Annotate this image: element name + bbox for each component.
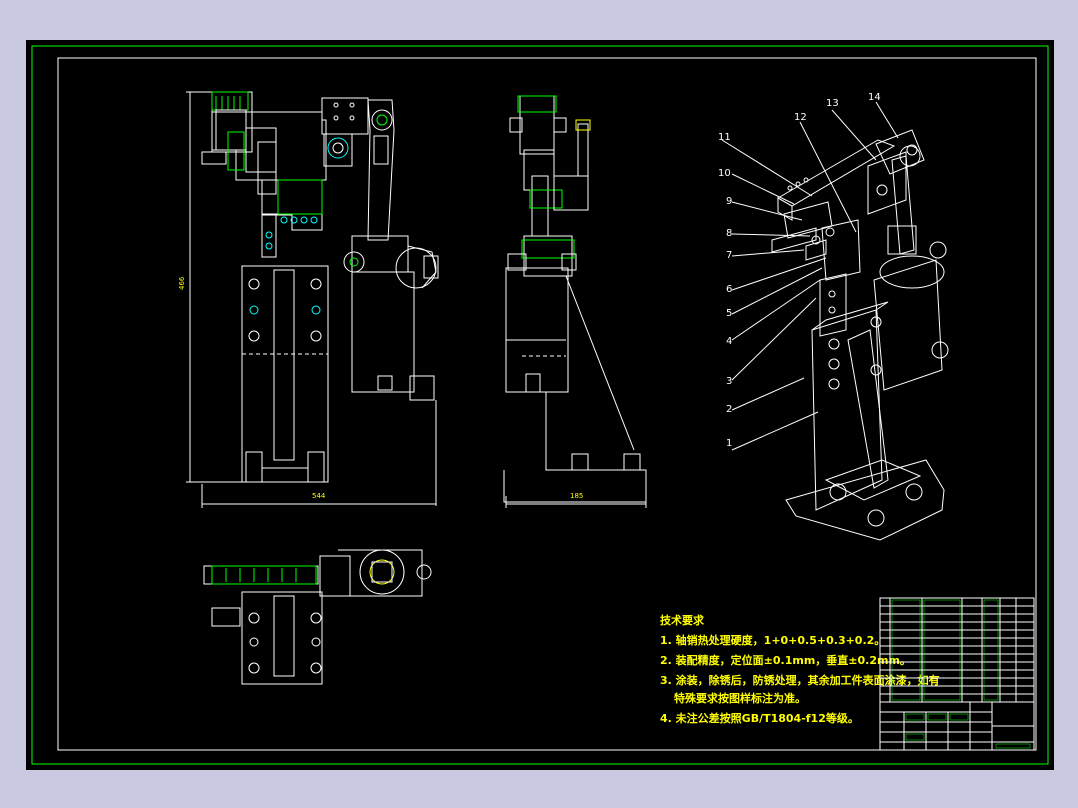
- tech-note-line-1: 1. 轴销热处理硬度，1+0+0.5+0.3+0.2。: [660, 633, 885, 647]
- tech-notes-title: 技术要求: [660, 613, 705, 627]
- balloon-9: 9: [726, 196, 732, 207]
- top-view: [203, 549, 432, 685]
- balloon-12: 12: [794, 112, 807, 123]
- tech-note-line-3: 3. 涂装，除锈后，防锈处理，其余加工件表面涂漆，如有: [660, 673, 940, 687]
- side-width-dim: 185: [570, 492, 583, 500]
- balloon-8: 8: [726, 228, 732, 239]
- front-height-dim: 466: [178, 276, 186, 290]
- cad-canvas: 466 544 185 1 2 3 4 5 6 7 8 9 10 11 12 1…: [31, 45, 1049, 765]
- front-view: 466 544: [178, 91, 439, 508]
- balloon-6: 6: [726, 284, 732, 295]
- side-view: 185: [503, 95, 647, 508]
- balloon-5: 5: [726, 308, 732, 319]
- balloon-2: 2: [726, 404, 732, 415]
- balloon-10: 10: [718, 168, 731, 179]
- isometric-view: [771, 129, 949, 541]
- front-width-dim: 544: [312, 492, 326, 500]
- tech-note-line-2: 2. 装配精度，定位面±0.1mm，垂直±0.2mm。: [660, 653, 911, 667]
- tech-note-line-5: 4. 未注公差按照GB/T1804-f12等级。: [660, 711, 859, 725]
- balloon-numbers: 1 2 3 4 5 6 7 8 9 10 11 12 13 14: [718, 92, 881, 449]
- drawing-sheet[interactable]: 466 544 185 1 2 3 4 5 6 7 8 9 10 11 12 1…: [26, 40, 1054, 770]
- balloon-4: 4: [726, 336, 732, 347]
- balloon-3: 3: [726, 376, 732, 387]
- balloon-11: 11: [718, 132, 731, 143]
- balloon-7: 7: [726, 250, 732, 261]
- balloon-1: 1: [726, 438, 732, 449]
- tech-note-line-4: 特殊要求按图样标注为准。: [674, 691, 806, 705]
- balloon-13: 13: [826, 98, 839, 109]
- balloon-leaders: [721, 101, 899, 451]
- balloon-14: 14: [868, 92, 881, 103]
